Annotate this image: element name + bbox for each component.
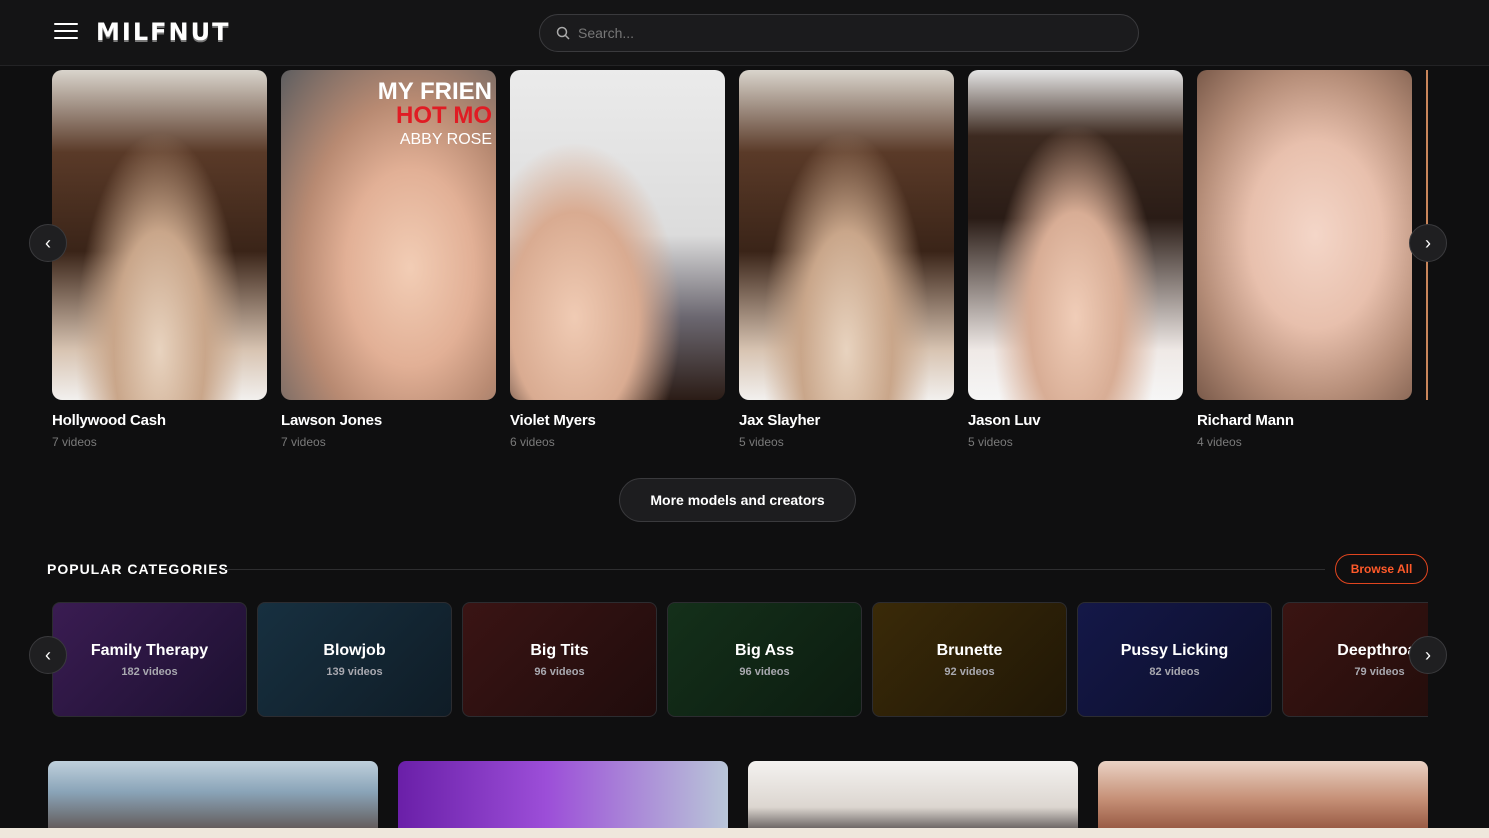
category-count: 139 videos: [326, 665, 383, 678]
model-thumbnail[interactable]: [739, 70, 954, 400]
chevron-right-icon: ›: [1425, 232, 1431, 253]
model-video-count: 5 videos: [968, 435, 1013, 449]
category-count: 96 videos: [739, 665, 790, 678]
video-thumbnail[interactable]: [1098, 761, 1428, 838]
model-video-count: 5 videos: [739, 435, 784, 449]
models-prev-button[interactable]: ‹: [29, 224, 67, 262]
category-card[interactable]: Big Ass 96 videos: [667, 602, 862, 717]
category-card[interactable]: Blowjob 139 videos: [257, 602, 452, 717]
model-name[interactable]: Hollywood Cash: [52, 412, 267, 429]
overlay-line-1: MY FRIEN: [377, 78, 492, 105]
chevron-left-icon: ‹: [45, 232, 51, 253]
model-thumbnail[interactable]: [968, 70, 1183, 400]
model-video-count: 6 videos: [510, 435, 555, 449]
category-count: 79 videos: [1354, 665, 1405, 678]
model-card[interactable]: Violet Myers 6 videos: [510, 70, 725, 449]
site-logo[interactable]: MILFNUT: [96, 18, 230, 46]
overlay-line-3: ABBY ROSE: [399, 131, 492, 148]
model-card[interactable]: Jason Luv 5 videos: [968, 70, 1183, 449]
model-name[interactable]: Violet Myers: [510, 412, 725, 429]
category-name: Blowjob: [323, 641, 386, 659]
category-name: Family Therapy: [90, 641, 209, 659]
model-name[interactable]: Richard Mann: [1197, 412, 1412, 429]
models-next-button[interactable]: ›: [1409, 224, 1447, 262]
search-bar[interactable]: [539, 14, 1139, 52]
video-thumbnail[interactable]: [48, 761, 378, 838]
category-count: 182 videos: [121, 665, 178, 678]
search-icon: [556, 26, 570, 40]
chevron-left-icon: ‹: [45, 644, 51, 665]
model-video-count: 7 videos: [52, 435, 97, 449]
model-name[interactable]: Lawson Jones: [281, 412, 496, 429]
overlay-line-2: HOT MO: [396, 102, 492, 129]
more-models-button[interactable]: More models and creators: [619, 478, 856, 522]
model-card[interactable]: MY FRIEN HOT MO ABBY ROSE Lawson Jones 7…: [281, 70, 496, 449]
model-card[interactable]: Richard Mann 4 videos: [1197, 70, 1412, 449]
category-name: Pussy Licking: [1120, 641, 1229, 659]
video-thumbnail[interactable]: [748, 761, 1078, 838]
bottom-banner-strip: [0, 828, 1489, 838]
search-input[interactable]: [578, 15, 1118, 51]
section-title: POPULAR CATEGORIES: [47, 561, 229, 577]
section-divider: [225, 569, 1325, 570]
category-card[interactable]: Family Therapy 182 videos: [52, 602, 247, 717]
category-card[interactable]: Big Tits 96 videos: [462, 602, 657, 717]
category-count: 92 videos: [944, 665, 995, 678]
category-count: 82 videos: [1149, 665, 1200, 678]
model-thumbnail[interactable]: MY FRIEN HOT MO ABBY ROSE: [281, 70, 496, 400]
category-card[interactable]: Brunette 92 videos: [872, 602, 1067, 717]
model-video-count: 4 videos: [1197, 435, 1242, 449]
site-header: MILFNUT: [0, 0, 1489, 66]
model-name[interactable]: Jax Slayher: [739, 412, 954, 429]
model-card[interactable]: Hollywood Cash 7 videos: [52, 70, 267, 449]
model-thumbnail[interactable]: [510, 70, 725, 400]
model-name[interactable]: Jason Luv: [968, 412, 1183, 429]
chevron-right-icon: ›: [1425, 644, 1431, 665]
categories-next-button[interactable]: ›: [1409, 636, 1447, 674]
category-card[interactable]: Pussy Licking 82 videos: [1077, 602, 1272, 717]
model-video-count: 7 videos: [281, 435, 326, 449]
hamburger-menu-icon[interactable]: [54, 23, 78, 43]
category-card[interactable]: Deepthroat 79 videos: [1282, 602, 1428, 717]
categories-prev-button[interactable]: ‹: [29, 636, 67, 674]
model-thumbnail[interactable]: [52, 70, 267, 400]
category-name: Brunette: [936, 641, 1003, 659]
browse-all-button[interactable]: Browse All: [1335, 554, 1428, 584]
categories-carousel: Family Therapy 182 videos Blowjob 139 vi…: [52, 602, 1428, 717]
model-card[interactable]: Jax Slayher 5 videos: [739, 70, 954, 449]
model-thumbnail[interactable]: [1197, 70, 1412, 400]
video-thumbnail[interactable]: [398, 761, 728, 838]
category-name: Big Tits: [530, 641, 589, 659]
category-name: Big Ass: [735, 641, 794, 659]
category-count: 96 videos: [534, 665, 585, 678]
thumbnail-overlay-text: MY FRIEN HOT MO ABBY ROSE: [378, 80, 492, 148]
